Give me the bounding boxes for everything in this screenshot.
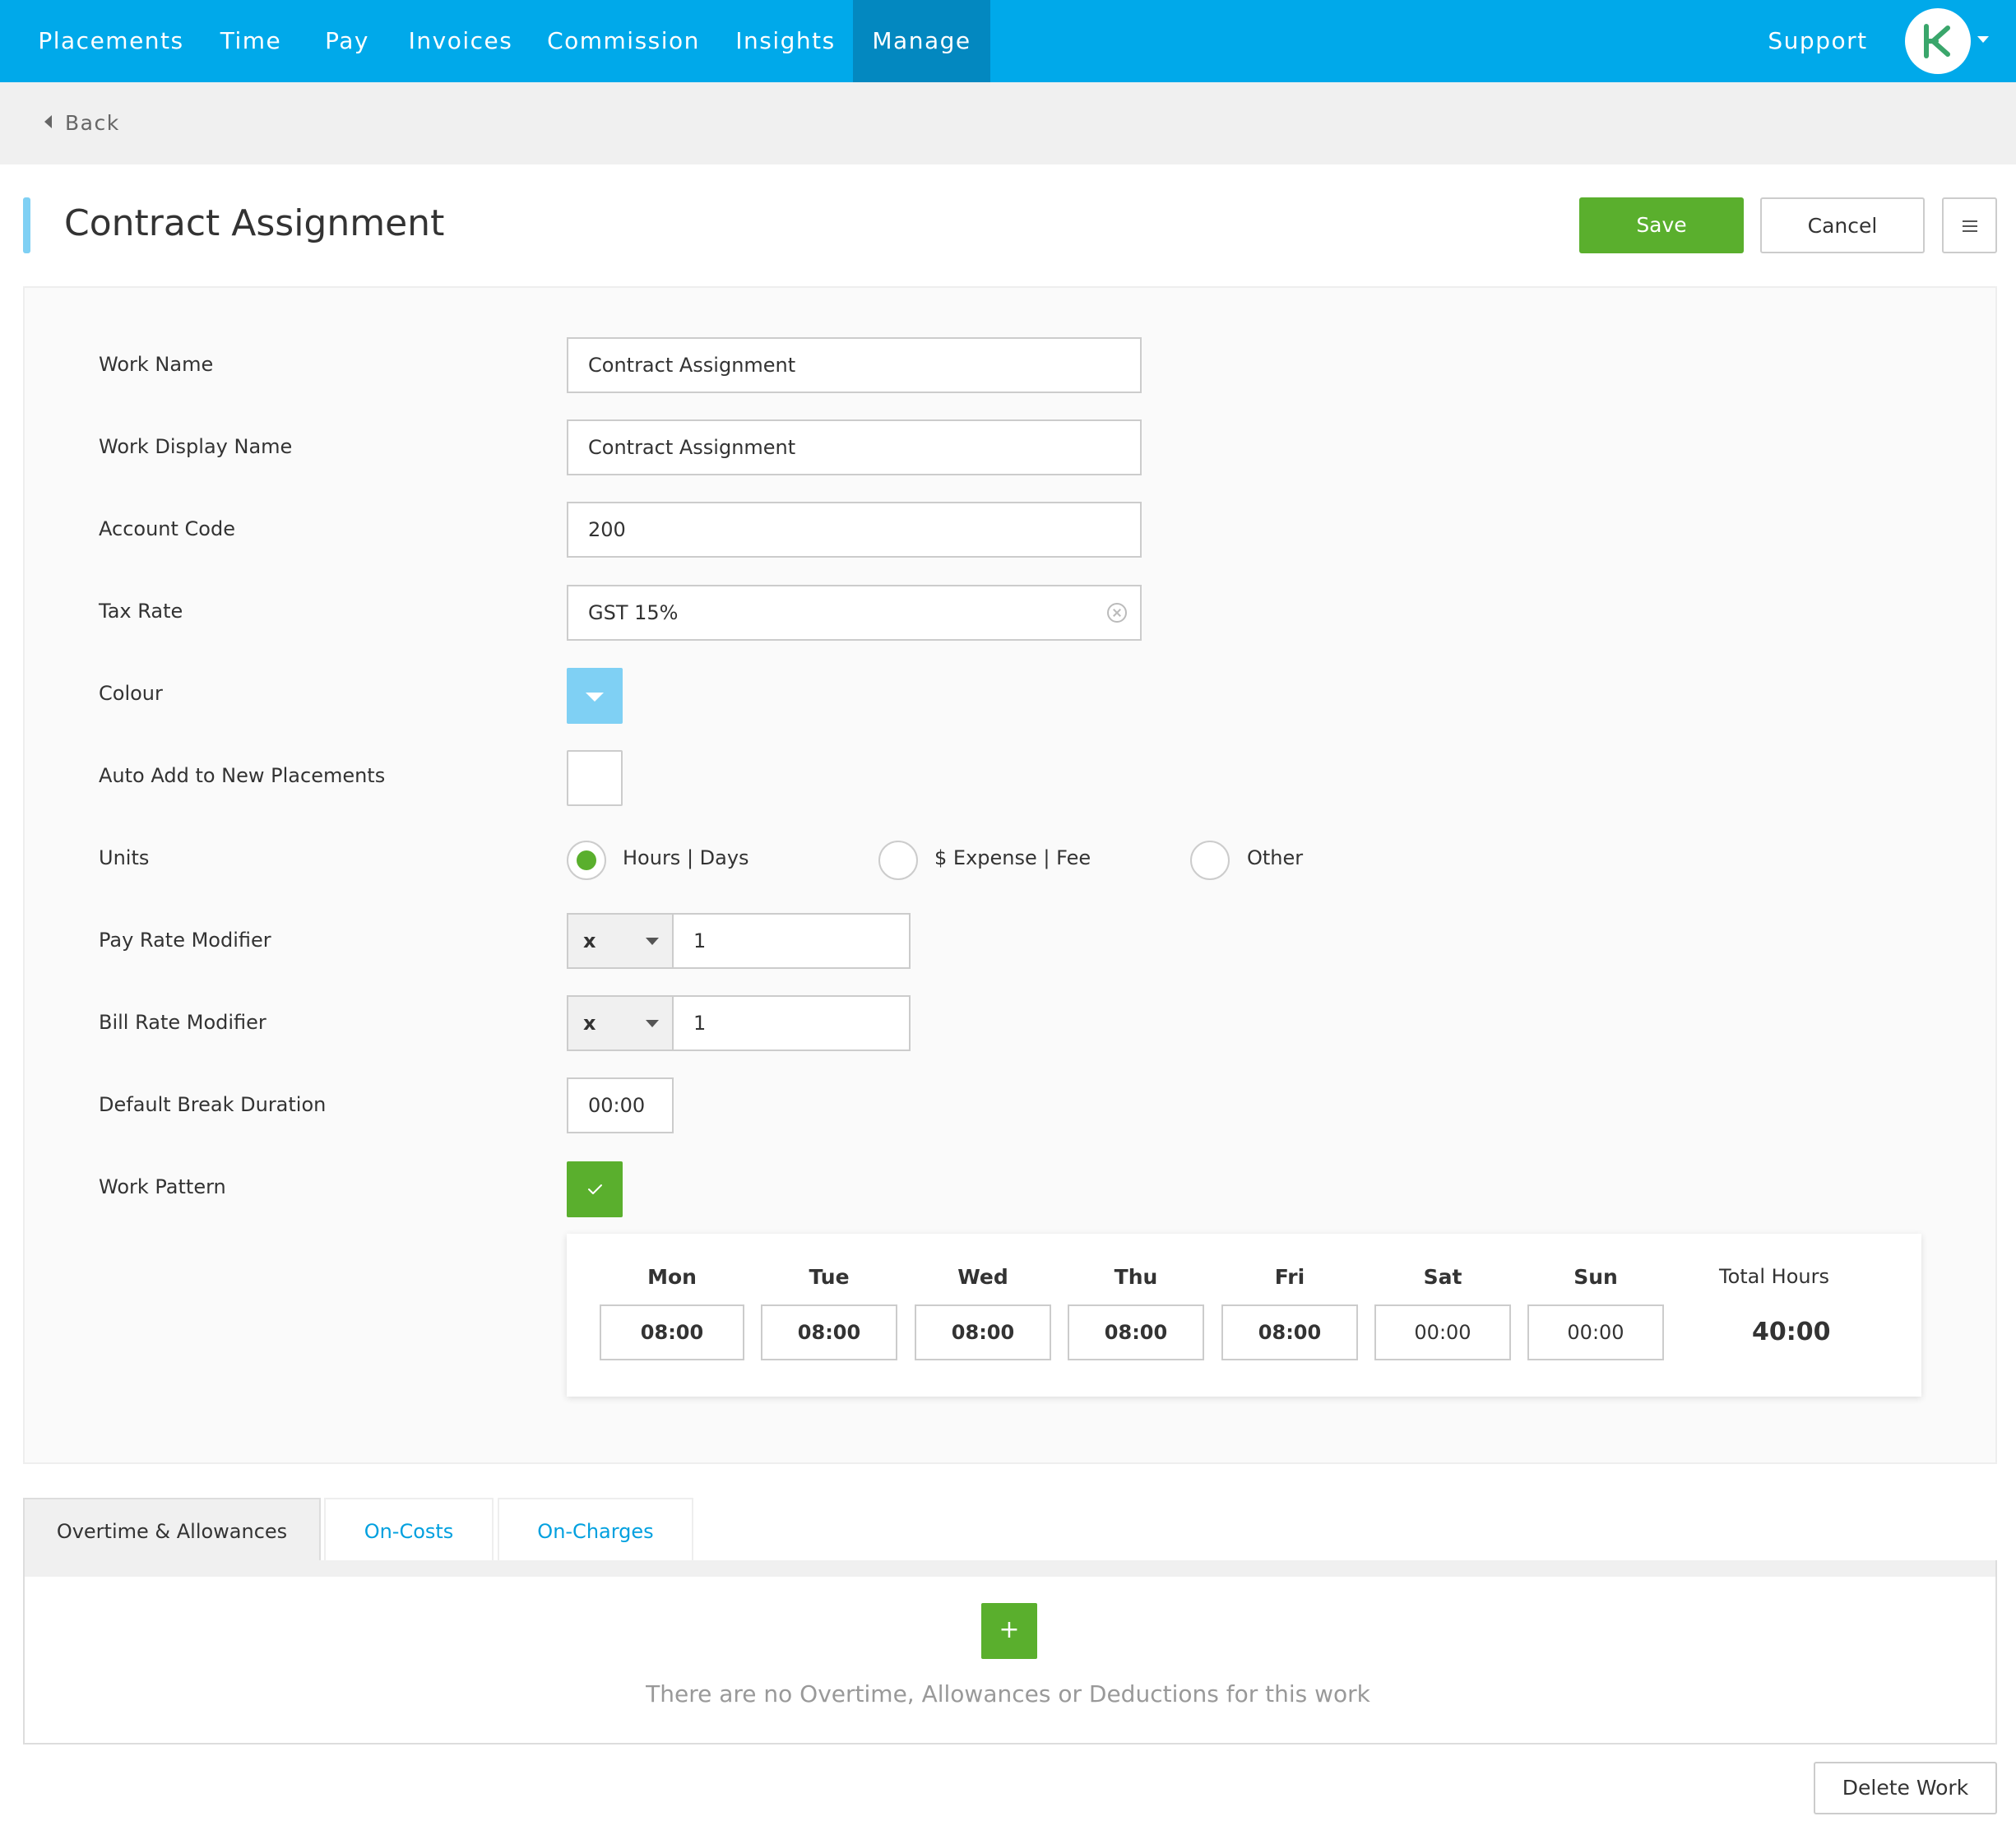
hamburger-menu-icon xyxy=(1963,220,1977,222)
day-hours-wed[interactable]: 08:00 xyxy=(915,1304,1051,1360)
total-hours-label: Total Hours xyxy=(1719,1265,1829,1288)
day-label-tue: Tue xyxy=(809,1265,850,1289)
colour-label: Colour xyxy=(99,682,163,705)
day-hours-sat[interactable]: 00:00 xyxy=(1374,1304,1511,1360)
work-name-input[interactable]: Contract Assignment xyxy=(567,337,1142,393)
units-label: Units xyxy=(99,846,150,869)
app-logo-icon xyxy=(1924,24,1950,58)
auto-add-checkbox[interactable] xyxy=(567,750,623,806)
tab-on-charges[interactable]: On-Charges xyxy=(498,1498,693,1562)
page-title: Contract Assignment xyxy=(64,202,445,244)
cancel-button[interactable]: Cancel xyxy=(1760,197,1925,253)
caret-down-icon xyxy=(586,693,604,702)
day-hours-sun[interactable]: 00:00 xyxy=(1527,1304,1664,1360)
day-label-fri: Fri xyxy=(1274,1265,1305,1289)
units-radio-other[interactable] xyxy=(1190,841,1230,880)
caret-down-icon xyxy=(646,1020,659,1027)
bill-rate-modifier-input[interactable]: 1 xyxy=(672,995,911,1051)
tax-rate-label: Tax Rate xyxy=(99,600,183,623)
pay-rate-operator-value: x xyxy=(583,929,596,952)
nav-item-pay[interactable]: Pay xyxy=(304,0,390,82)
chevron-left-icon xyxy=(44,115,52,128)
units-option-other-label: Other xyxy=(1247,846,1304,869)
bill-rate-operator-select[interactable]: x xyxy=(567,995,674,1051)
tab-strip xyxy=(23,1560,1997,1577)
day-label-mon: Mon xyxy=(647,1265,697,1289)
tab-overtime-allowances[interactable]: Overtime & Allowances xyxy=(23,1498,321,1562)
title-accent-bar xyxy=(23,197,30,253)
save-button[interactable]: Save xyxy=(1579,197,1744,253)
back-label: Back xyxy=(65,111,120,135)
work-name-label: Work Name xyxy=(99,353,214,376)
nav-item-insights[interactable]: Insights xyxy=(727,0,844,82)
day-label-thu: Thu xyxy=(1114,1265,1158,1289)
bill-rate-modifier-label: Bill Rate Modifier xyxy=(99,1011,266,1034)
day-hours-thu[interactable]: 08:00 xyxy=(1068,1304,1204,1360)
top-navigation-bar: Placements Time Pay Invoices Commission … xyxy=(0,0,2016,82)
clear-selection-icon[interactable] xyxy=(1107,603,1127,623)
bill-rate-operator-value: x xyxy=(583,1012,596,1035)
account-menu-chevron-down-icon[interactable] xyxy=(1977,36,1989,43)
nav-item-time[interactable]: Time xyxy=(207,0,294,82)
more-options-button[interactable] xyxy=(1942,197,1997,253)
account-code-label: Account Code xyxy=(99,517,235,540)
back-link[interactable]: Back xyxy=(44,82,120,164)
day-hours-mon[interactable]: 08:00 xyxy=(600,1304,744,1360)
pay-rate-operator-select[interactable]: x xyxy=(567,913,674,969)
day-label-sun: Sun xyxy=(1573,1265,1618,1289)
auto-add-label: Auto Add to New Placements xyxy=(99,764,386,787)
day-hours-tue[interactable]: 08:00 xyxy=(761,1304,897,1360)
work-pattern-checkbox[interactable] xyxy=(567,1161,623,1217)
units-radio-expense-fee[interactable] xyxy=(878,841,918,880)
account-avatar[interactable] xyxy=(1905,8,1971,74)
sub-navigation-bar xyxy=(0,82,2016,164)
tab-on-costs[interactable]: On-Costs xyxy=(324,1498,494,1562)
account-code-input[interactable]: 200 xyxy=(567,502,1142,558)
colour-picker[interactable] xyxy=(567,668,623,724)
total-hours-value: 40:00 xyxy=(1752,1318,1831,1346)
units-radio-hours-days[interactable] xyxy=(567,841,606,880)
nav-item-placements[interactable]: Placements xyxy=(23,0,199,82)
empty-state-message: There are no Overtime, Allowances or Ded… xyxy=(646,1680,1370,1707)
add-overtime-allowance-button[interactable]: + xyxy=(981,1603,1037,1659)
delete-work-button[interactable]: Delete Work xyxy=(1814,1762,1997,1814)
caret-down-icon xyxy=(646,938,659,945)
pay-rate-modifier-input[interactable]: 1 xyxy=(672,913,911,969)
default-break-duration-input[interactable]: 00:00 xyxy=(567,1077,674,1133)
day-label-wed: Wed xyxy=(957,1265,1008,1289)
day-label-sat: Sat xyxy=(1423,1265,1462,1289)
nav-item-commission[interactable]: Commission xyxy=(540,0,707,82)
units-option-hours-days-label: Hours | Days xyxy=(623,846,749,869)
tax-rate-select[interactable]: GST 15% xyxy=(567,585,1142,641)
work-display-name-input[interactable]: Contract Assignment xyxy=(567,419,1142,475)
pay-rate-modifier-label: Pay Rate Modifier xyxy=(99,929,271,952)
nav-item-invoices[interactable]: Invoices xyxy=(400,0,521,82)
support-link[interactable]: Support xyxy=(1760,0,1875,82)
nav-item-manage[interactable]: Manage xyxy=(853,0,990,82)
work-pattern-label: Work Pattern xyxy=(99,1175,226,1198)
tab-content-panel xyxy=(23,1577,1997,1745)
units-option-expense-fee-label: $ Expense | Fee xyxy=(934,846,1091,869)
work-display-name-label: Work Display Name xyxy=(99,435,293,458)
day-hours-fri[interactable]: 08:00 xyxy=(1221,1304,1358,1360)
checkmark-icon xyxy=(588,1184,602,1194)
default-break-duration-label: Default Break Duration xyxy=(99,1093,327,1116)
